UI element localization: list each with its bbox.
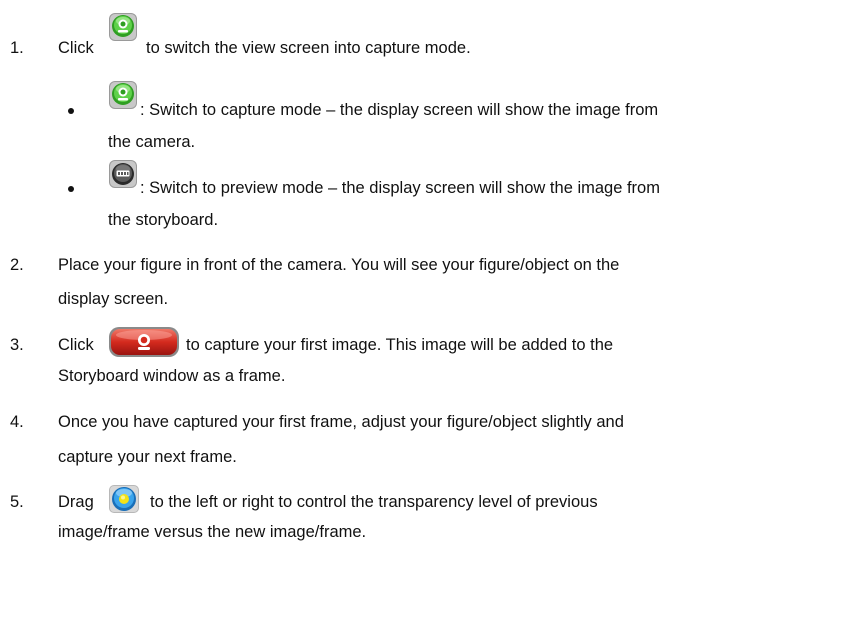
step-5-drag-text: Drag <box>58 493 94 511</box>
step-5-text-cont: image/frame versus the new image/frame. <box>58 523 367 541</box>
step-4-text: Once you have captured your first frame,… <box>58 413 624 431</box>
bullet-marker <box>68 186 74 192</box>
bullet-preview-mode-text: : Switch to preview mode – the display s… <box>140 179 660 197</box>
step-3-text-cont: Storyboard window as a frame. <box>58 367 286 385</box>
step-2-text: Place your figure in front of the camera… <box>58 256 620 274</box>
step-1-number: 1. <box>10 39 24 57</box>
bullet-marker <box>68 108 74 114</box>
bullet-preview-mode-text-cont: the storyboard. <box>108 211 219 229</box>
step-5-number: 5. <box>10 493 24 511</box>
step-4-number: 4. <box>10 413 24 431</box>
step-5-instruction: to the left or right to control the tran… <box>150 493 598 511</box>
capture-button-icon[interactable] <box>108 326 180 358</box>
bullet-capture-mode-text-cont: the camera. <box>108 133 196 151</box>
step-3-number: 3. <box>10 336 24 354</box>
capture-mode-icon <box>108 80 138 110</box>
step-3-click-text: Click <box>58 336 94 354</box>
bullet-capture-mode-text: : Switch to capture mode – the display s… <box>140 101 659 119</box>
step-3-instruction: to capture your first image. This image … <box>186 336 614 354</box>
step-2-number: 2. <box>10 256 24 274</box>
capture-mode-icon[interactable] <box>108 12 138 42</box>
step-1-click-text: Click <box>58 39 94 57</box>
transparency-slider-icon[interactable] <box>108 484 140 514</box>
step-4-text-cont: capture your next frame. <box>58 448 237 466</box>
preview-mode-icon <box>108 159 138 189</box>
step-2-text-cont: display screen. <box>58 290 169 308</box>
step-1-instruction: to switch the view screen into capture m… <box>146 39 471 57</box>
